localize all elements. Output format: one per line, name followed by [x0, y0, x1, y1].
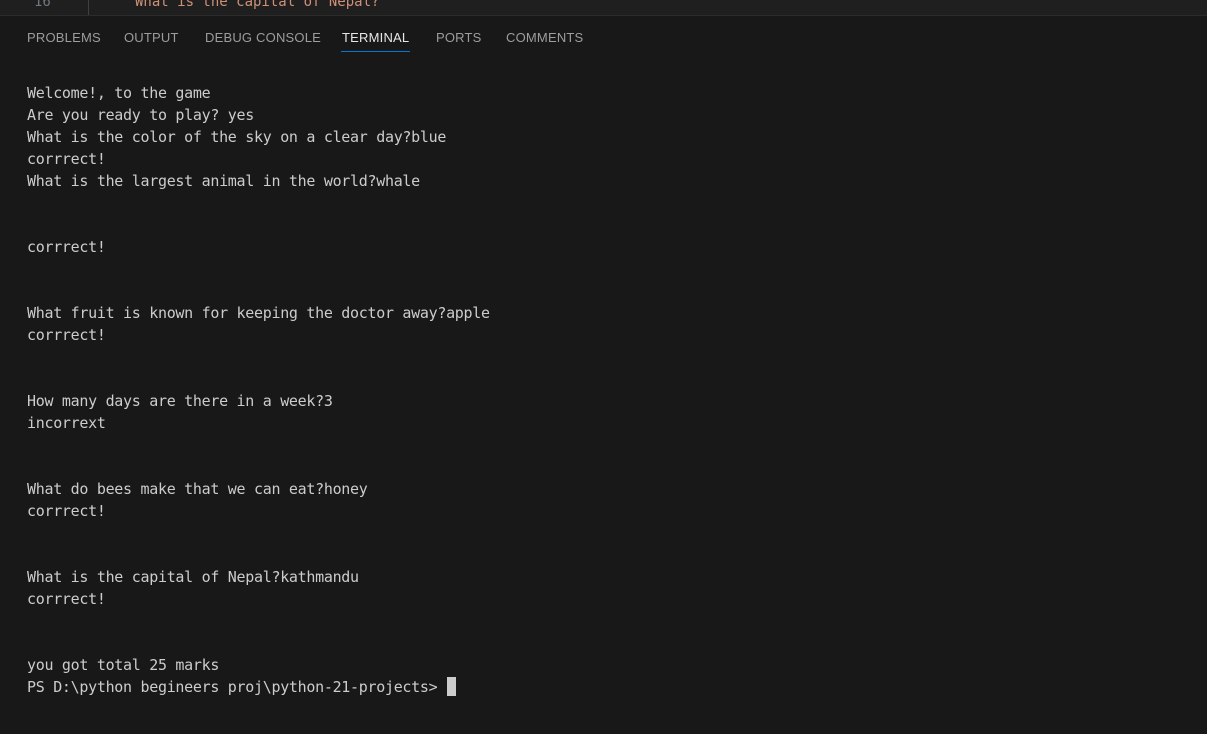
terminal-prompt-line[interactable]: PS D:\python begineers proj\python-21-pr…: [27, 676, 1197, 698]
terminal-line: corrrect!: [27, 326, 106, 344]
tab-ports[interactable]: PORTS: [436, 30, 482, 45]
tab-output[interactable]: OUTPUT: [124, 30, 179, 45]
line-number: 16: [34, 0, 51, 10]
code-line[interactable]: What is the capital of Nepal?: [135, 0, 379, 10]
terminal-line: corrrect!: [27, 238, 106, 256]
terminal-line: What is the largest animal in the world?…: [27, 172, 420, 190]
terminal-line: corrrect!: [27, 502, 106, 520]
terminal-line: What do bees make that we can eat?honey: [27, 480, 368, 498]
terminal-cursor: [447, 677, 457, 696]
terminal-line: What is the color of the sky on a clear …: [27, 128, 447, 146]
tab-debug-console[interactable]: DEBUG CONSOLE: [205, 30, 321, 45]
tab-comments[interactable]: COMMENTS: [506, 30, 583, 45]
editor-peek: 16 What is the capital of Nepal?: [0, 0, 1207, 16]
terminal-line: corrrect!: [27, 150, 106, 168]
terminal-line: Are you ready to play? yes: [27, 106, 255, 124]
terminal-prompt: PS D:\python begineers proj\python-21-pr…: [27, 678, 447, 696]
terminal-output[interactable]: Welcome!, to the game Are you ready to p…: [27, 82, 1197, 698]
active-tab-indicator: [341, 51, 411, 52]
terminal-line: How many days are there in a week?3: [27, 392, 333, 410]
terminal-line: you got total 25 marks: [27, 656, 220, 674]
tab-problems[interactable]: PROBLEMS: [27, 30, 101, 45]
terminal-line: incorrext: [27, 414, 106, 432]
tab-terminal[interactable]: TERMINAL: [341, 30, 411, 52]
terminal-line: What is the capital of Nepal?kathmandu: [27, 568, 359, 586]
terminal-line: corrrect!: [27, 590, 106, 608]
terminal-line: Welcome!, to the game: [27, 84, 211, 102]
terminal-line: What fruit is known for keeping the doct…: [27, 304, 490, 322]
tab-terminal-label: TERMINAL: [342, 30, 410, 45]
indent-guide: [88, 0, 89, 15]
panel-tab-bar: PROBLEMS OUTPUT DEBUG CONSOLE TERMINAL P…: [0, 16, 1207, 60]
